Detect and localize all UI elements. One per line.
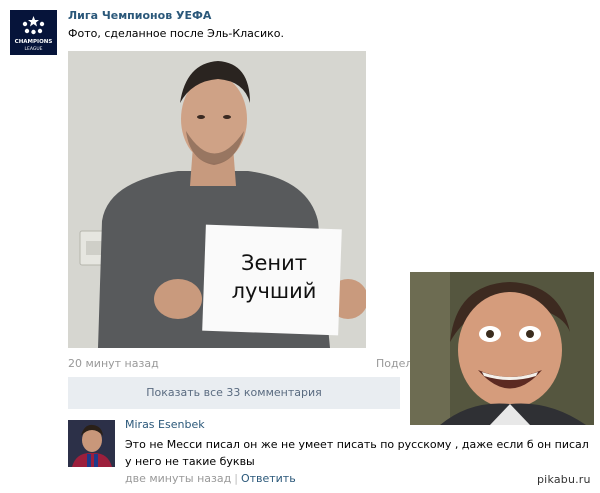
svg-text:CHAMPIONS: CHAMPIONS [15,39,53,45]
show-all-comments-label: Показать все 33 комментария [146,386,322,399]
comment-text: Это не Месси писал он же не умеет писать… [125,438,589,468]
comment-author-link[interactable]: Miras Esenbek [125,418,205,431]
svg-text:LEAGUE: LEAGUE [25,46,43,52]
community-avatar[interactable]: CHAMPIONS LEAGUE [10,10,57,55]
post-timestamp[interactable]: 20 минут назад [68,357,159,370]
show-all-comments-button[interactable]: Показать все 33 комментария [68,377,400,409]
comment-timestamp[interactable]: две минуты назад [125,472,231,485]
commenter-avatar[interactable] [68,420,115,467]
comment-meta-separator: | [234,472,238,485]
sign-line-1: Зенит [241,251,307,275]
reaction-image [410,272,594,425]
post-text: Фото, сделанное после Эль-Класико. [68,27,284,40]
sign-line-2: лучший [232,279,317,303]
watermark: pikabu.ru [537,473,591,486]
champions-league-logo: CHAMPIONS LEAGUE [10,10,57,55]
post-author-link[interactable]: Лига Чемпионов УЕФА [68,9,211,22]
post-photo[interactable]: Зенит лучший [68,51,366,348]
comment-meta: две минуты назад | Ответить [125,472,296,485]
reply-link[interactable]: Ответить [241,472,296,485]
